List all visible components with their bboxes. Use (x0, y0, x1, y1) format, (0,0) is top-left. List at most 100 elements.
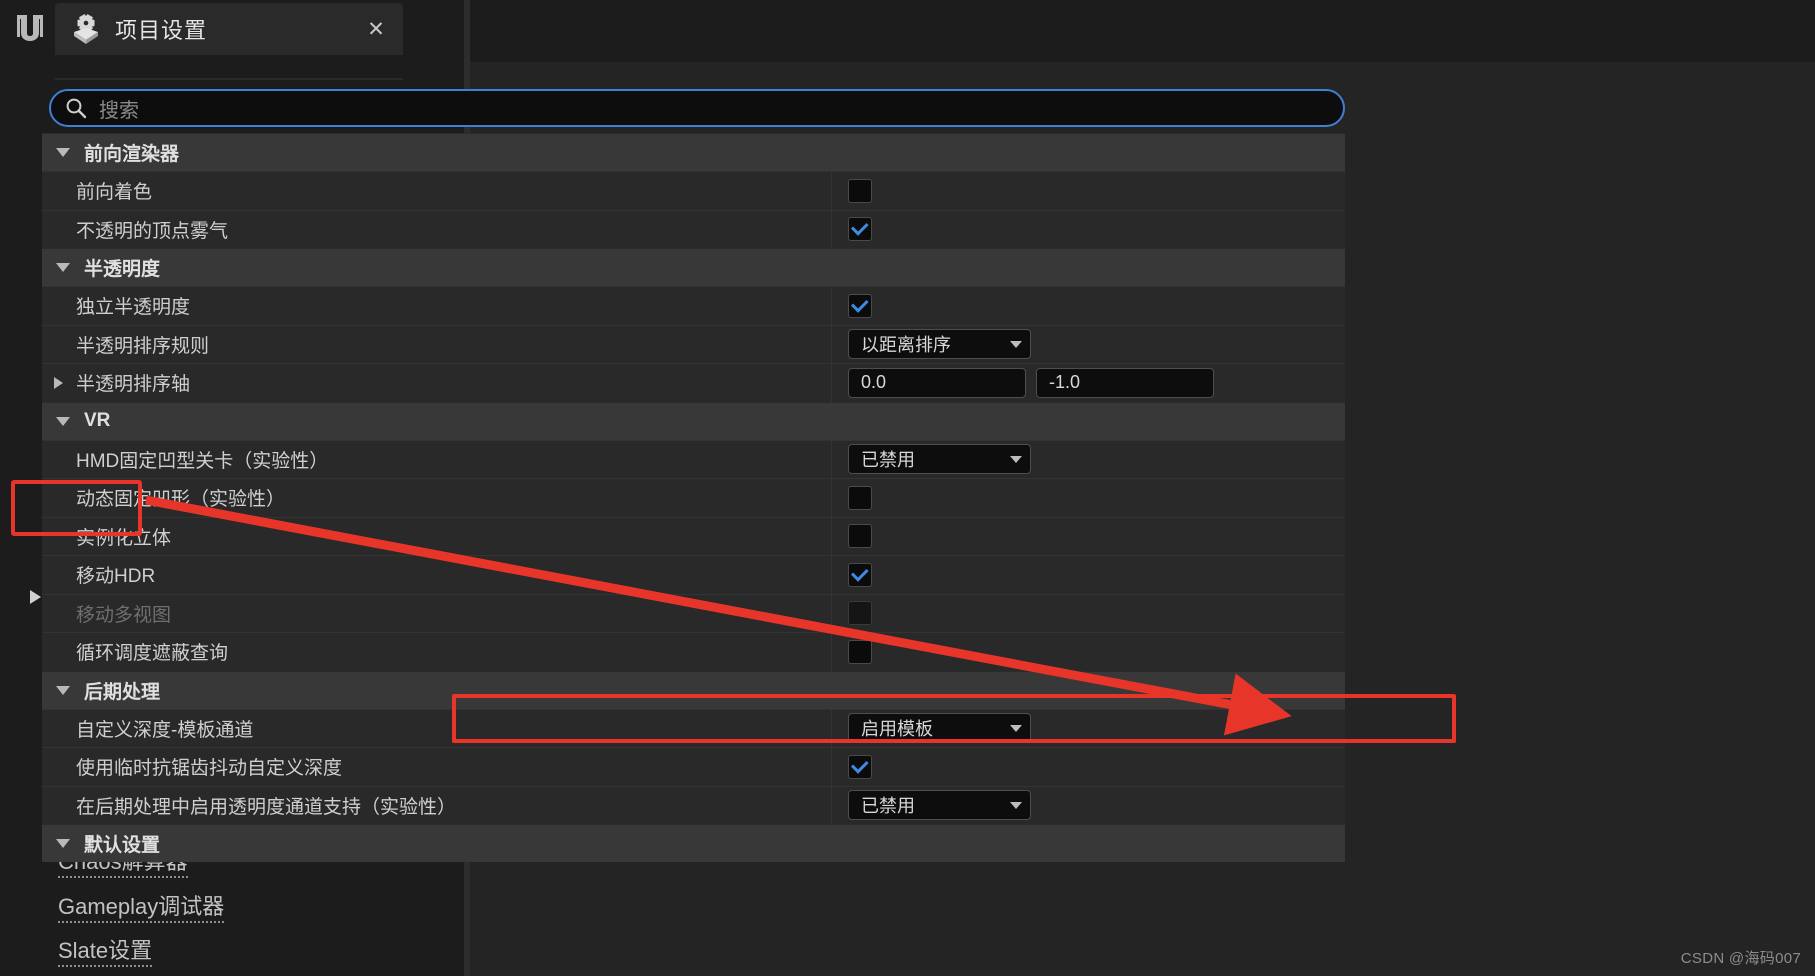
setting-label-text: 使用临时抗锯齿抖动自定义深度 (76, 758, 343, 780)
setting-checkbox[interactable] (848, 639, 872, 664)
setting-label: 半透明排序轴 (42, 364, 832, 402)
setting-dropdown[interactable]: 启用模板 (848, 713, 1031, 744)
tab-title: 项目设置 (115, 18, 208, 43)
setting-label: 前向着色 (42, 172, 832, 210)
setting-row: 前向着色 (42, 171, 1345, 210)
chevron-down-icon[interactable] (56, 416, 70, 426)
setting-label: 使用临时抗锯齿抖动自定义深度 (42, 748, 832, 786)
dropdown-selected-value: 已禁用 (861, 450, 915, 471)
chevron-down-icon[interactable] (1010, 340, 1022, 348)
setting-value (832, 518, 1345, 556)
setting-row: 半透明排序规则 以距离排序 (42, 324, 1345, 364)
setting-row: 半透明排序轴 0.0 -1.0 (42, 363, 1345, 402)
setting-value (832, 479, 1345, 517)
setting-row: 不透明的顶点雾气 (42, 209, 1345, 249)
setting-dropdown[interactable]: 已禁用 (848, 790, 1031, 821)
setting-checkbox[interactable] (848, 217, 872, 242)
chevron-down-icon[interactable] (56, 148, 70, 157)
settings-section-title: 后期处理 (84, 681, 161, 703)
setting-label: 动态固定凹形（实验性） (42, 479, 832, 517)
setting-label: 自定义深度-模板通道 (42, 709, 832, 747)
setting-checkbox[interactable] (848, 524, 872, 549)
setting-value (832, 556, 1345, 594)
setting-label-text: HMD固定凹型关卡（实验性） (76, 450, 329, 472)
setting-label-text: 不透明的顶点雾气 (76, 220, 229, 242)
settings-section-title: VR (84, 410, 111, 431)
setting-label: 实例化立体 (42, 517, 832, 555)
setting-value: 启用模板 (832, 710, 1345, 748)
setting-checkbox[interactable] (848, 562, 872, 587)
chevron-down-icon[interactable] (56, 839, 70, 848)
setting-label: 移动HDR (42, 556, 832, 594)
settings-section-header[interactable]: 后期处理 (42, 670, 1345, 709)
setting-checkbox[interactable] (848, 754, 872, 779)
setting-value: 以距离排序 (832, 326, 1345, 364)
watermark: CSDN @海码007 (1680, 950, 1801, 967)
project-settings-gear-icon (69, 12, 103, 46)
setting-row: 移动HDR (42, 555, 1345, 594)
settings-section-title: 默认设置 (84, 835, 161, 856)
chevron-down-icon[interactable] (56, 263, 70, 272)
settings-section-title: 半透明度 (84, 259, 161, 280)
tab-underline (55, 78, 403, 80)
setting-value (832, 211, 1345, 249)
setting-value (832, 172, 1345, 210)
chevron-right-icon[interactable] (30, 589, 41, 604)
setting-dropdown[interactable]: 以距离排序 (848, 329, 1031, 360)
chevron-right-icon[interactable] (54, 376, 63, 389)
setting-value: 已禁用 (832, 787, 1345, 825)
setting-label: HMD固定凹型关卡（实验性） (42, 440, 832, 478)
setting-value (832, 287, 1345, 325)
dropdown-selected-value: 已禁用 (861, 796, 915, 817)
setting-label-text: 实例化立体 (76, 527, 172, 549)
setting-number-input[interactable]: 0.0 (848, 367, 1026, 398)
setting-label-text: 循环调度遮蔽查询 (76, 643, 229, 665)
setting-checkbox[interactable] (848, 178, 872, 203)
setting-checkbox (848, 601, 872, 626)
setting-checkbox[interactable] (848, 293, 872, 318)
setting-label: 独立半透明度 (42, 287, 832, 325)
setting-label-text: 动态固定凹形（实验性） (76, 489, 286, 511)
settings-section-header[interactable]: 半透明度 (42, 248, 1345, 286)
setting-value (832, 633, 1345, 671)
setting-checkbox[interactable] (848, 485, 872, 510)
setting-row: 使用临时抗锯齿抖动自定义深度 (42, 747, 1345, 786)
setting-value (832, 748, 1345, 786)
setting-row: 自定义深度-模板通道 启用模板 (42, 708, 1345, 748)
settings-section-header[interactable]: 前向渲染器 (42, 133, 1345, 171)
setting-row: 循环调度遮蔽查询 (42, 632, 1345, 671)
setting-row: 实例化立体 (42, 516, 1345, 556)
chevron-down-icon[interactable] (1010, 724, 1022, 732)
close-icon[interactable]: ✕ (363, 16, 389, 42)
setting-label-text: 半透明排序轴 (76, 374, 191, 396)
title-bar: 项目设置 ✕ (0, 0, 470, 85)
setting-number-input[interactable]: -1.0 (1036, 367, 1214, 398)
setting-label-text: 移动HDR (76, 566, 156, 588)
setting-label: 不透明的顶点雾气 (42, 210, 832, 248)
search-icon (65, 97, 87, 119)
search-bar[interactable]: 搜索 (49, 89, 1345, 127)
project-settings-tab[interactable]: 项目设置 ✕ (55, 3, 403, 55)
unreal-engine-logo-icon (6, 4, 54, 52)
setting-value: 0.0 -1.0 (832, 364, 1345, 402)
setting-row: HMD固定凹型关卡（实验性） 已禁用 (42, 439, 1345, 478)
setting-value (832, 595, 1345, 633)
chevron-down-icon[interactable] (1010, 801, 1022, 809)
setting-row: 独立半透明度 (42, 286, 1345, 325)
chevron-down-icon[interactable] (1010, 455, 1022, 463)
setting-row: 在后期处理中启用透明度通道支持（实验性） 已禁用 (42, 785, 1345, 825)
search-input[interactable]: 搜索 (99, 94, 139, 123)
settings-section-header[interactable]: VR (42, 401, 1345, 440)
setting-label: 半透明排序规则 (42, 325, 832, 363)
setting-label: 移动多视图 (42, 594, 832, 632)
project-settings-window: 项目设置 ✕ 控制绑定控制台垃圾回收流送碰撞群集管理器输入数据驱动CVars网络… (0, 0, 1815, 976)
dropdown-selected-value: 以距离排序 (861, 335, 951, 356)
setting-dropdown[interactable]: 已禁用 (848, 444, 1031, 475)
setting-label-text: 自定义深度-模板通道 (76, 719, 254, 741)
settings-section-header[interactable]: 默认设置 (42, 824, 1345, 862)
setting-label-text: 独立半透明度 (76, 297, 191, 319)
setting-label-text: 前向着色 (76, 182, 153, 204)
dropdown-selected-value: 启用模板 (861, 719, 933, 740)
chevron-down-icon[interactable] (56, 685, 70, 695)
setting-label: 在后期处理中启用透明度通道支持（实验性） (42, 786, 832, 824)
